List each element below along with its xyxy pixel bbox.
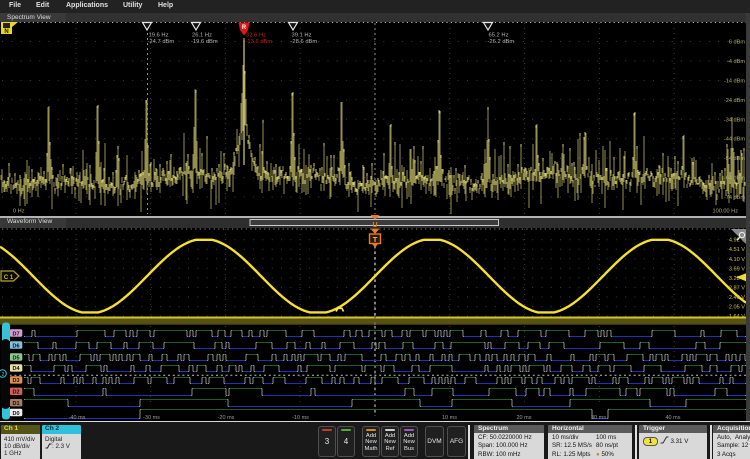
svg-text:D6: D6	[12, 343, 19, 349]
svg-text:U: U	[372, 222, 377, 228]
svg-text:-28.6 dBm: -28.6 dBm	[291, 39, 318, 45]
svg-text:2.05 V: 2.05 V	[729, 305, 745, 311]
svg-text:D2: D2	[12, 390, 19, 396]
svg-text:-64 dBm: -64 dBm	[724, 176, 745, 182]
svg-text:3.69 V: 3.69 V	[729, 266, 745, 272]
svg-text:T: T	[373, 235, 378, 244]
svg-text:-74 dBm: -74 dBm	[724, 195, 745, 201]
svg-text:-4 dBm: -4 dBm	[727, 59, 745, 65]
svg-text:6 dBm: 6 dBm	[729, 40, 746, 46]
svg-text:4.10 V: 4.10 V	[729, 257, 745, 263]
svg-text:-19.6 dBm: -19.6 dBm	[191, 39, 218, 45]
svg-text:2.87 V: 2.87 V	[729, 285, 745, 291]
svg-text:2.46 V: 2.46 V	[729, 295, 745, 301]
svg-text:39.1 Hz: 39.1 Hz	[292, 32, 312, 38]
svg-text:-24.7 dBm: -24.7 dBm	[148, 39, 175, 45]
svg-text:0 Hz: 0 Hz	[13, 209, 25, 215]
svg-text:-13.6 dBm: -13.6 dBm	[246, 39, 273, 45]
svg-text:R: R	[242, 25, 247, 31]
svg-text:19.6 Hz: 19.6 Hz	[149, 32, 169, 38]
svg-text:D5: D5	[12, 355, 19, 361]
svg-text:-26.2 dBm: -26.2 dBm	[488, 39, 515, 45]
svg-text:D4: D4	[12, 366, 20, 372]
svg-text:2: 2	[2, 372, 5, 378]
svg-text:-24 dBm: -24 dBm	[724, 98, 745, 104]
svg-text:N: N	[4, 29, 8, 35]
svg-text:-54 dBm: -54 dBm	[724, 156, 745, 162]
svg-text:D3: D3	[12, 378, 19, 384]
svg-text:4.51 V: 4.51 V	[729, 247, 745, 253]
svg-text:D1: D1	[12, 401, 19, 407]
svg-text:-14 dBm: -14 dBm	[724, 78, 745, 84]
svg-text:100.00 Hz: 100.00 Hz	[713, 209, 739, 215]
svg-text:26.1 Hz: 26.1 Hz	[192, 32, 212, 38]
svg-text:32.6 Hz: 32.6 Hz	[246, 32, 266, 38]
svg-text:D0: D0	[12, 411, 19, 417]
svg-text:-44 dBm: -44 dBm	[724, 137, 745, 143]
svg-text:D7: D7	[12, 331, 19, 337]
svg-text:-34 dBm: -34 dBm	[724, 117, 745, 123]
svg-text:C 1: C 1	[4, 275, 14, 281]
svg-text:65.2 Hz: 65.2 Hz	[489, 32, 509, 38]
